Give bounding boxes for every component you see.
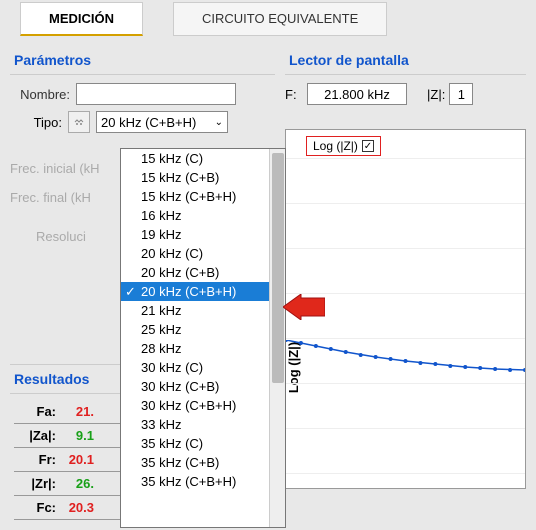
result-label: Fc: — [22, 500, 56, 515]
f-label: F: — [285, 87, 303, 102]
freq-initial-label: Frec. inicial (kH — [10, 161, 100, 176]
result-value: 9.1 — [60, 428, 94, 443]
result-value: 26. — [60, 476, 94, 491]
dropdown-option[interactable]: 25 kHz — [121, 320, 269, 339]
dropdown-option[interactable]: 35 kHz (C+B+H) — [121, 472, 269, 491]
name-input[interactable] — [76, 83, 236, 105]
result-value: 21. — [60, 404, 94, 419]
type-selected-value: 20 kHz (C+B+H) — [101, 115, 196, 130]
dropdown-option[interactable]: 30 kHz (C+B+H) — [121, 396, 269, 415]
dropdown-option[interactable]: 30 kHz (C) — [121, 358, 269, 377]
plot-curve — [286, 340, 525, 380]
dropdown-option[interactable]: 33 kHz — [121, 415, 269, 434]
type-dropdown-list[interactable]: 15 kHz (C)15 kHz (C+B)15 kHz (C+B+H)16 k… — [120, 148, 286, 528]
resolution-label: Resoluci — [36, 229, 86, 244]
dropdown-option[interactable]: 20 kHz (C+B+H) — [121, 282, 269, 301]
dropdown-option[interactable]: 15 kHz (C+B+H) — [121, 187, 269, 206]
name-label: Nombre: — [10, 87, 70, 102]
tab-equivalent-circuit[interactable]: CIRCUITO EQUIVALENTE — [173, 2, 387, 36]
tab-measurement[interactable]: MEDICIÓN — [20, 2, 143, 36]
legend-label: Log (|Z|) — [313, 139, 358, 153]
pointer-arrow-icon — [283, 294, 325, 320]
dropdown-option[interactable]: 20 kHz (C+B) — [121, 263, 269, 282]
z-label: |Z|: — [427, 87, 445, 102]
dropdown-option[interactable]: 21 kHz — [121, 301, 269, 320]
type-dropdown[interactable]: 20 kHz (C+B+H) ⌄ — [96, 111, 228, 133]
legend-checkbox[interactable]: ✓ — [362, 140, 374, 152]
dropdown-option[interactable]: 16 kHz — [121, 206, 269, 225]
dropdown-scrollbar[interactable] — [269, 149, 285, 527]
result-label: |Zr|: — [22, 476, 56, 491]
chevron-down-icon: ⌄ — [215, 117, 223, 128]
params-title: Parámetros — [10, 46, 275, 75]
dropdown-option[interactable]: 15 kHz (C) — [121, 149, 269, 168]
plot-legend[interactable]: Log (|Z|) ✓ — [306, 136, 381, 156]
dropdown-option[interactable]: 19 kHz — [121, 225, 269, 244]
freq-final-label: Frec. final (kH — [10, 190, 91, 205]
scrollbar-thumb[interactable] — [272, 153, 284, 383]
result-label: Fa: — [22, 404, 56, 419]
dropdown-option[interactable]: 20 kHz (C) — [121, 244, 269, 263]
dropdown-option[interactable]: 15 kHz (C+B) — [121, 168, 269, 187]
type-settings-icon[interactable] — [68, 111, 90, 133]
result-value: 20.1 — [60, 452, 94, 467]
dropdown-option[interactable]: 30 kHz (C+B) — [121, 377, 269, 396]
z-value: 1 — [449, 83, 473, 105]
screen-reader-title: Lector de pantalla — [285, 46, 526, 75]
f-value: 21.800 kHz — [307, 83, 407, 105]
result-label: Fr: — [22, 452, 56, 467]
type-label: Tipo: — [28, 115, 62, 130]
dropdown-option[interactable]: 28 kHz — [121, 339, 269, 358]
result-label: |Za|: — [22, 428, 56, 443]
result-value: 20.3 — [60, 500, 94, 515]
dropdown-option[interactable]: 35 kHz (C) — [121, 434, 269, 453]
dropdown-option[interactable]: 35 kHz (C+B) — [121, 453, 269, 472]
